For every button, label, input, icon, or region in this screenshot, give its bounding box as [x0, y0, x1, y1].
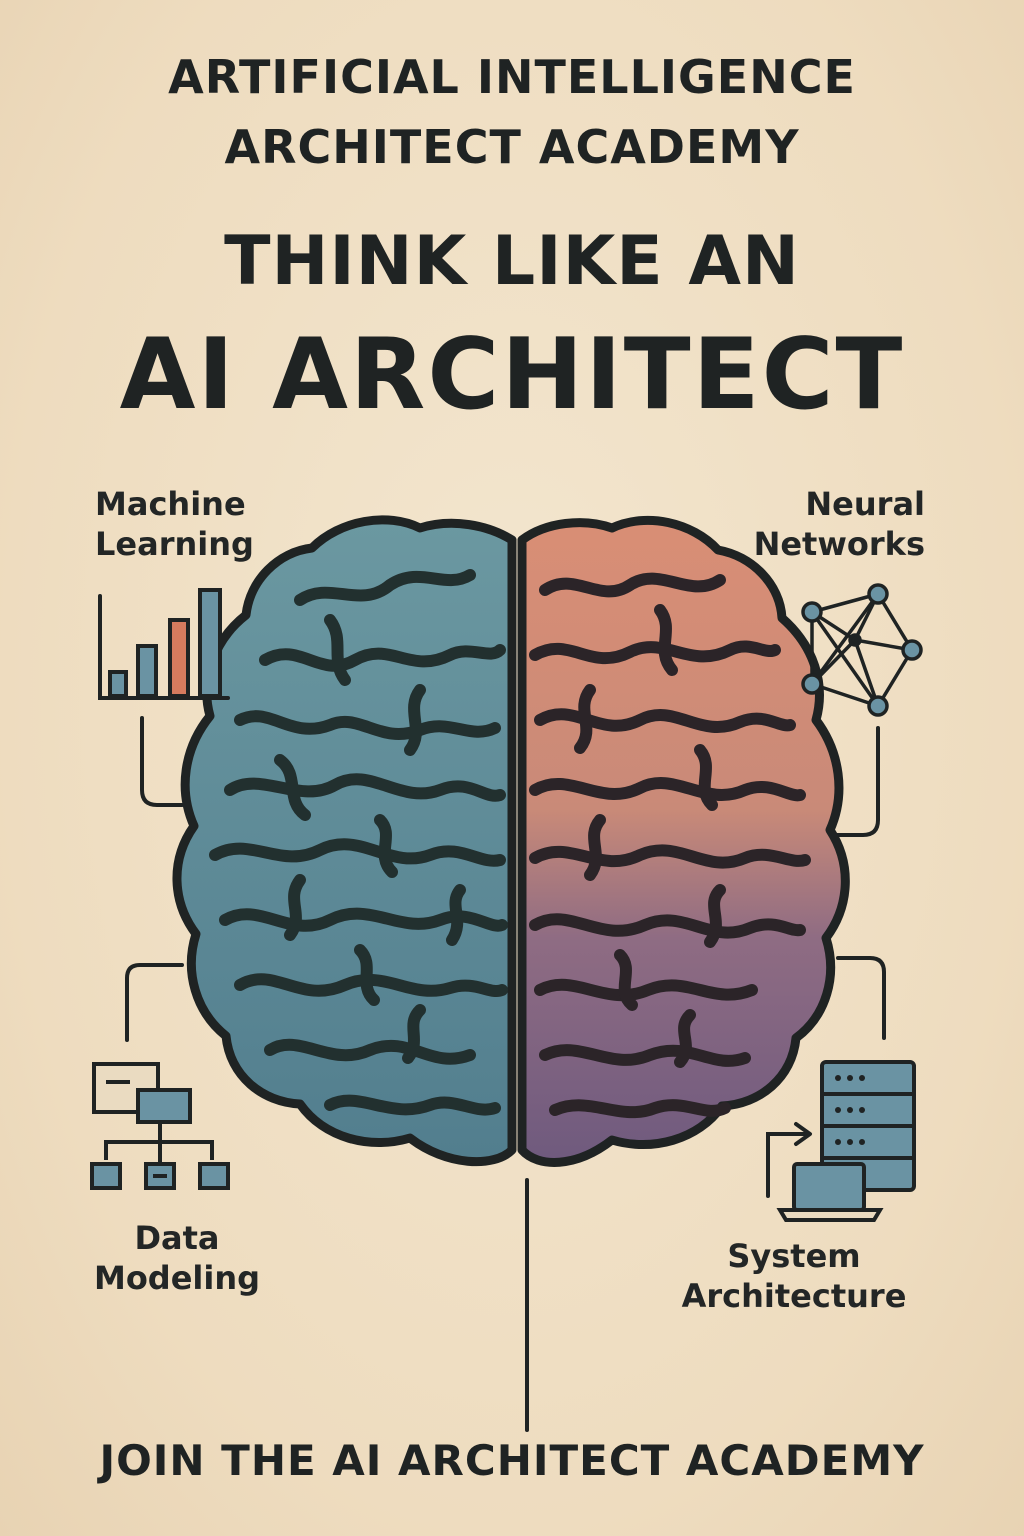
- system-architecture-label-line-2: Architecture: [681, 1277, 907, 1315]
- data-modeling-label-line-2: Modeling: [93, 1259, 261, 1297]
- neural-networks-label: Neural Networks: [745, 484, 925, 564]
- system-architecture-label-line-1: System: [727, 1237, 861, 1275]
- machine-learning-label: Machine Learning: [95, 484, 254, 564]
- data-modeling-label-line-1: Data: [134, 1219, 220, 1257]
- neural-networks-label-line-1: Neural: [805, 485, 925, 523]
- hierarchy-diagram-icon: [90, 1062, 230, 1190]
- brain-left-hemisphere: [172, 515, 517, 1167]
- machine-learning-label-line-1: Machine: [95, 485, 246, 523]
- footer-cta: JOIN THE AI ARCHITECT ACADEMY: [99, 1436, 925, 1485]
- poster: ARTIFICIAL INTELLIGENCE ARCHITECT ACADEM…: [0, 0, 1024, 1536]
- neural-networks-label-line-2: Networks: [753, 525, 925, 563]
- server-laptop-icon: [766, 1060, 916, 1222]
- brain-right-hemisphere: [517, 515, 850, 1167]
- data-modeling-label: Data Modeling: [82, 1218, 272, 1298]
- bar-chart-icon: [98, 588, 230, 700]
- system-architecture-label: System Architecture: [664, 1236, 924, 1316]
- machine-learning-label-line-2: Learning: [95, 525, 254, 563]
